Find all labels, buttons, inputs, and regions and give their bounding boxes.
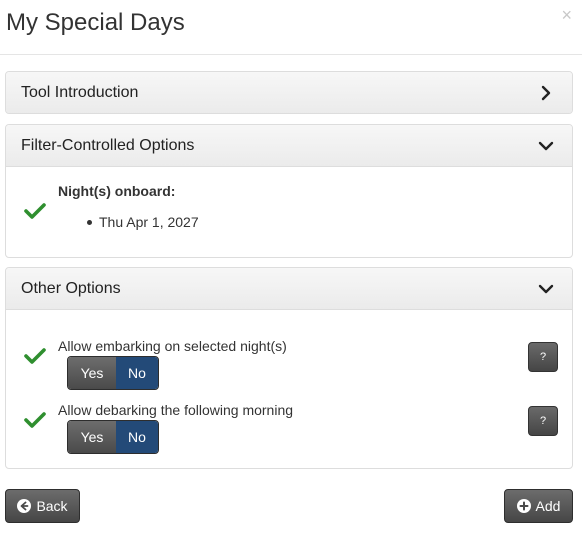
option-label-debarking: Allow debarking the following morning (58, 402, 294, 418)
arrow-left-circle-icon (17, 499, 32, 513)
panel-filter-controlled-options: Filter-Controlled Options Night(s) onboa… (5, 124, 573, 258)
chevron-down-icon (538, 141, 554, 151)
panel-heading-filter-controlled-options[interactable]: Filter-Controlled Options (6, 125, 572, 167)
chevron-down-icon (538, 284, 554, 294)
panel-title: Tool Introduction (21, 84, 139, 101)
panel-other-options: Other Options Allow embarking on selecte… (5, 267, 573, 469)
add-button[interactable]: Add (504, 489, 573, 523)
panel-tool-introduction: Tool Introduction (5, 71, 573, 114)
close-icon[interactable]: × (561, 5, 572, 25)
check-icon (24, 412, 46, 428)
panel-title: Filter-Controlled Options (21, 137, 195, 154)
nights-onboard-label: Night(s) onboard: (58, 183, 176, 199)
debarking-toggle[interactable]: Yes No (67, 420, 159, 454)
debarking-help-button[interactable]: ? (528, 406, 558, 436)
check-icon (24, 203, 46, 219)
back-button-label: Back (36, 498, 68, 514)
debarking-yes-button[interactable]: Yes (68, 421, 116, 453)
embarking-no-button[interactable]: No (116, 357, 158, 389)
add-button-label: Add (535, 498, 561, 514)
night-list-item: Thu Apr 1, 2027 (87, 214, 199, 230)
back-button[interactable]: Back (5, 489, 80, 523)
night-date: Thu Apr 1, 2027 (99, 214, 199, 230)
embarking-toggle[interactable]: Yes No (67, 356, 159, 390)
bullet-icon (87, 219, 92, 225)
modal-header: My Special Days × (0, 0, 582, 55)
embarking-help-button[interactable]: ? (528, 342, 558, 372)
panel-heading-other-options[interactable]: Other Options (6, 268, 572, 310)
modal-title: My Special Days (6, 9, 185, 36)
embarking-yes-button[interactable]: Yes (68, 357, 116, 389)
chevron-right-icon (541, 85, 551, 101)
panel-title: Other Options (21, 280, 121, 297)
option-label-embarking: Allow embarking on selected night(s) (58, 338, 287, 354)
panel-heading-tool-introduction[interactable]: Tool Introduction (6, 72, 572, 113)
plus-circle-icon (516, 499, 531, 513)
check-icon (24, 348, 46, 364)
debarking-no-button[interactable]: No (116, 421, 158, 453)
